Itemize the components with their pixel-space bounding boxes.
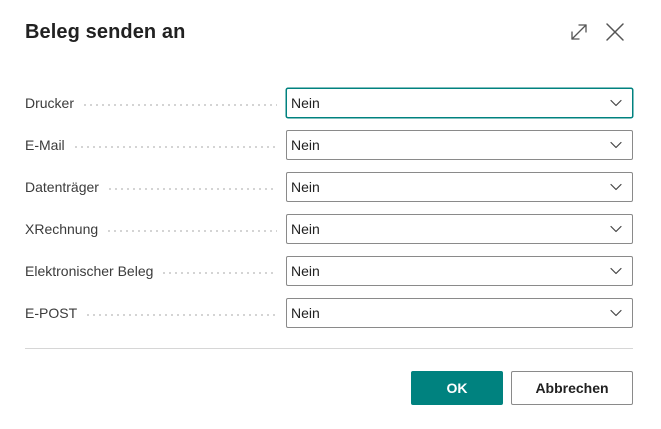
close-icon[interactable] xyxy=(603,20,627,44)
field-label: Drucker xyxy=(25,95,75,111)
leader-dots xyxy=(106,229,277,232)
chevron-down-icon xyxy=(609,264,623,278)
field-label: E-POST xyxy=(25,305,78,321)
field-row-email: E-Mail Nein xyxy=(25,130,633,160)
email-select[interactable]: Nein xyxy=(286,130,633,160)
chevron-down-icon xyxy=(609,306,623,320)
field-label-wrap: E-Mail xyxy=(25,130,277,160)
field-label: E-Mail xyxy=(25,137,65,153)
leader-dots xyxy=(85,313,277,316)
epost-select[interactable]: Nein xyxy=(286,298,633,328)
leader-dots xyxy=(82,103,277,106)
xrechnung-select[interactable]: Nein xyxy=(286,214,633,244)
field-row-drucker: Drucker Nein xyxy=(25,88,633,118)
chevron-down-icon xyxy=(609,138,623,152)
select-value: Nein xyxy=(291,179,320,195)
leader-dots xyxy=(161,271,277,274)
field-row-epost: E-POST Nein xyxy=(25,298,633,328)
select-value: Nein xyxy=(291,95,320,111)
drucker-select[interactable]: Nein xyxy=(286,88,633,118)
expand-icon[interactable] xyxy=(567,20,591,44)
field-label: XRechnung xyxy=(25,221,99,237)
field-label-wrap: E-POST xyxy=(25,298,277,328)
select-value: Nein xyxy=(291,221,320,237)
chevron-down-icon xyxy=(609,222,623,236)
field-row-xrechnung: XRechnung Nein xyxy=(25,214,633,244)
select-value: Nein xyxy=(291,305,320,321)
field-row-elektronischer-beleg: Elektronischer Beleg Nein xyxy=(25,256,633,286)
field-row-datentraeger: Datenträger Nein xyxy=(25,172,633,202)
field-label: Elektronischer Beleg xyxy=(25,263,154,279)
leader-dots xyxy=(106,187,277,190)
field-label-wrap: Elektronischer Beleg xyxy=(25,256,277,286)
send-document-dialog: Beleg senden an Drucker Nein E-Mail Nein… xyxy=(0,0,661,429)
datentraeger-select[interactable]: Nein xyxy=(286,172,633,202)
leader-dots xyxy=(72,145,277,148)
ok-button[interactable]: OK xyxy=(411,371,503,405)
field-label: Datenträger xyxy=(25,179,99,195)
chevron-down-icon xyxy=(609,180,623,194)
elektronischer-beleg-select[interactable]: Nein xyxy=(286,256,633,286)
dialog-title: Beleg senden an xyxy=(25,21,186,43)
cancel-button[interactable]: Abbrechen xyxy=(511,371,633,405)
footer-divider xyxy=(25,348,633,349)
chevron-down-icon xyxy=(609,96,623,110)
field-label-wrap: Drucker xyxy=(25,88,277,118)
select-value: Nein xyxy=(291,263,320,279)
select-value: Nein xyxy=(291,137,320,153)
field-label-wrap: XRechnung xyxy=(25,214,277,244)
field-label-wrap: Datenträger xyxy=(25,172,277,202)
